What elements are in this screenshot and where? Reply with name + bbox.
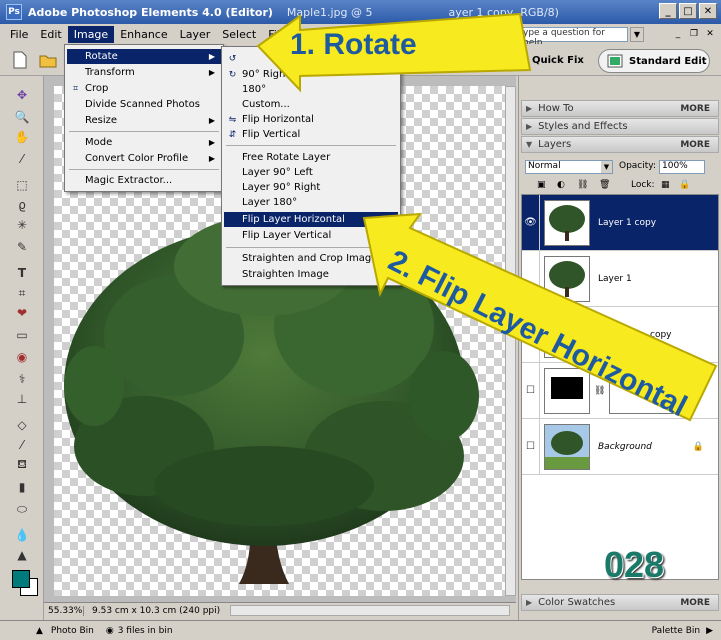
tutorial-step-counter: 028 <box>604 544 665 585</box>
annotation-step-1: 1. Rotate <box>290 28 417 61</box>
